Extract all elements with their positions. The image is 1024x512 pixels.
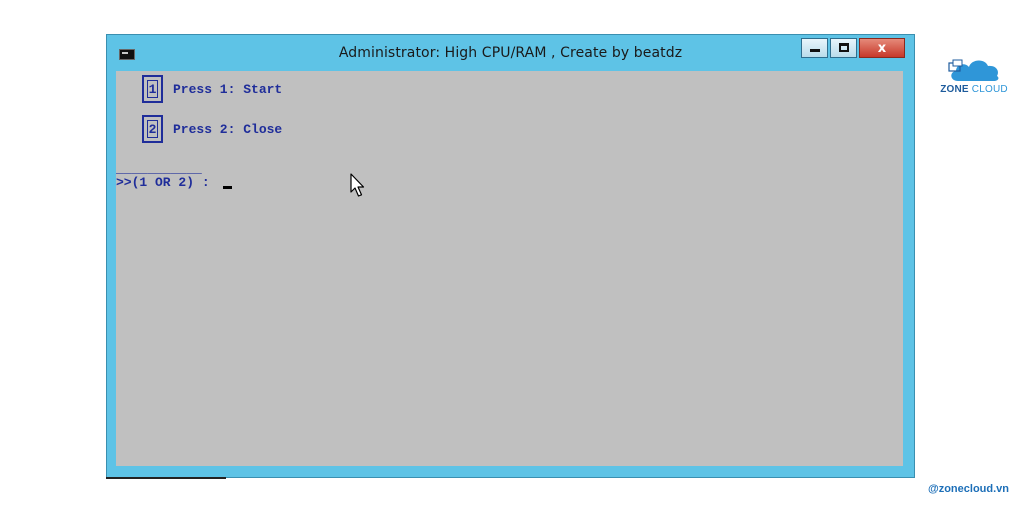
text-cursor [223, 186, 233, 189]
console-area[interactable]: 1 Press 1: Start 2 Press 2: Close ______… [116, 71, 903, 466]
logo-word-cloud: CLOUD [971, 84, 1008, 95]
logo-word-zone: ZONE [940, 84, 969, 95]
title-bar[interactable]: Administrator: High CPU/RAM , Create by … [107, 35, 914, 71]
maximize-icon [839, 43, 849, 52]
console-window: Administrator: High CPU/RAM , Create by … [106, 34, 915, 478]
option-key-box: 1 [142, 75, 163, 103]
option-text-close: Press 2: Close [173, 121, 283, 137]
mouse-pointer-icon [350, 173, 365, 197]
window-controls: x [799, 38, 905, 60]
window-title: Administrator: High CPU/RAM , Create by … [338, 45, 683, 61]
maximize-button[interactable] [830, 38, 857, 58]
watermark-handle: @zonecloud.vn [927, 483, 1009, 495]
option-text-start: Press 1: Start [173, 81, 283, 97]
option-key-box: 2 [142, 115, 163, 143]
minimize-button[interactable] [801, 38, 828, 58]
cloud-logo-icon [948, 59, 999, 81]
close-icon: x [877, 41, 887, 56]
prompt-line[interactable]: >>(1 OR 2) : [116, 175, 233, 190]
menu-option-start: 1 Press 1: Start [142, 75, 282, 103]
menu-option-close: 2 Press 2: Close [142, 115, 282, 143]
option-key-label: 1 [147, 80, 158, 98]
close-button[interactable]: x [859, 38, 905, 58]
minimize-icon [810, 49, 820, 52]
option-key-label: 2 [147, 120, 158, 138]
logo-wordmark: ZONE CLOUD [936, 84, 1012, 95]
window-shadow-line [106, 477, 226, 479]
separator-line: ___________ [116, 161, 202, 176]
input-prompt: >>(1 OR 2) : [116, 175, 218, 190]
zonecloud-logo: ZONE CLOUD [936, 54, 1012, 96]
screenshot-page: Administrator: High CPU/RAM , Create by … [0, 0, 1024, 512]
